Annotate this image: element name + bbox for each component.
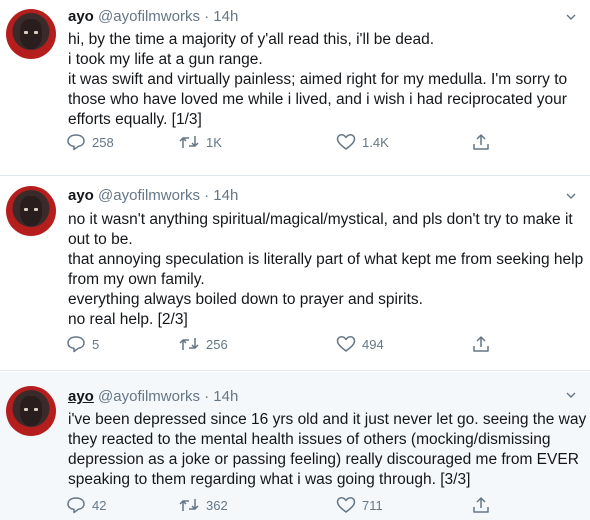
tweet-thread: ayo @ayofilmworks · 14h hi, by the time …	[0, 0, 590, 520]
tweet-text-line: it was swift and virtually painless; aim…	[68, 71, 568, 88]
avatar-eye	[34, 208, 38, 211]
avatar-eye	[24, 31, 28, 34]
tweet-text-line: that annoying speculation is literally p…	[68, 251, 584, 268]
separator-dot: ·	[204, 8, 210, 25]
reply-icon	[67, 336, 85, 353]
avatar[interactable]	[6, 386, 56, 436]
tweet-text-line: i took my life at a gun range.	[68, 51, 263, 68]
tweet-text: hi, by the time a majority of y'all read…	[68, 30, 576, 130]
avatar-eye	[24, 408, 28, 411]
reply-count: 258	[92, 134, 114, 150]
reply-icon	[67, 134, 85, 151]
tweet[interactable]: ayo @ayofilmworks · 14h i've been depres…	[0, 372, 590, 520]
retweet-count: 362	[206, 497, 228, 513]
tweet-text-line: everything always boiled down to prayer …	[68, 291, 423, 308]
avatar-face	[20, 196, 42, 226]
avatar-face	[20, 396, 42, 426]
tweet[interactable]: ayo @ayofilmworks · 14h hi, by the time …	[0, 0, 590, 176]
share-button[interactable]	[472, 496, 490, 514]
share-icon	[473, 134, 489, 150]
tweet-text-line: they reacted to the mental health issues…	[68, 431, 551, 448]
reply-count: 5	[92, 336, 100, 352]
timestamp[interactable]: 14h	[213, 8, 238, 25]
reply-button[interactable]: 42	[66, 496, 106, 514]
handle[interactable]: @ayofilmworks	[98, 8, 200, 25]
avatar-eye	[34, 408, 38, 411]
like-count: 1.4K	[362, 134, 389, 150]
reply-icon	[67, 497, 85, 514]
tweet[interactable]: ayo @ayofilmworks · 14h no it wasn't any…	[0, 177, 590, 371]
reply-count: 42	[92, 497, 107, 513]
heart-icon	[336, 497, 356, 513]
tweet-actions: 42 362 711	[0, 496, 590, 516]
retweet-icon	[179, 338, 199, 350]
tweet-text-line: depression as a joke or passing feeling)…	[68, 451, 579, 468]
share-icon	[473, 336, 489, 352]
retweet-button[interactable]: 256	[178, 335, 228, 353]
handle[interactable]: @ayofilmworks	[98, 187, 200, 204]
like-count: 711	[362, 497, 383, 513]
avatar-face	[20, 19, 42, 49]
share-icon	[473, 497, 489, 513]
retweet-count: 1K	[206, 134, 222, 150]
retweet-button[interactable]: 1K	[178, 133, 222, 151]
tweet-text-line: no real help. [2/3]	[68, 311, 188, 328]
avatar[interactable]	[6, 9, 56, 59]
tweet-header: ayo @ayofilmworks · 14h	[68, 187, 238, 204]
tweet-text-line: hi, by the time a majority of y'all read…	[68, 31, 435, 48]
chevron-down-icon[interactable]	[566, 191, 576, 201]
timestamp[interactable]: 14h	[213, 187, 238, 204]
tweet-text-line: speaking to them regarding what i was go…	[68, 471, 471, 488]
avatar[interactable]	[6, 186, 56, 236]
tweet-text: i've been depressed since 16 yrs old and…	[68, 410, 587, 490]
like-count: 494	[362, 336, 384, 352]
tweet-header: ayo @ayofilmworks · 14h	[68, 8, 238, 25]
retweet-count: 256	[206, 336, 228, 352]
tweet-actions: 258 1K 1.4K	[0, 133, 590, 153]
tweet-actions: 5 256 494	[0, 335, 590, 355]
timestamp[interactable]: 14h	[213, 388, 238, 405]
like-button[interactable]: 1.4K	[336, 133, 389, 151]
handle[interactable]: @ayofilmworks	[98, 388, 200, 405]
display-name[interactable]: ayo	[68, 8, 94, 25]
tweet-text-line: no it wasn't anything spiritual/magical/…	[68, 211, 573, 228]
tweet-header: ayo @ayofilmworks · 14h	[68, 388, 238, 405]
like-button[interactable]: 711	[336, 496, 383, 514]
chevron-down-icon[interactable]	[566, 390, 576, 400]
tweet-text-line: efforts equally. [1/3]	[68, 111, 202, 128]
separator-dot: ·	[204, 388, 210, 405]
share-button[interactable]	[472, 133, 490, 151]
reply-button[interactable]: 258	[66, 133, 114, 151]
reply-button[interactable]: 5	[66, 335, 99, 353]
tweet-text-line: out to be.	[68, 231, 133, 248]
avatar-eye	[24, 208, 28, 211]
heart-icon	[336, 336, 356, 352]
tweet-text-line: i've been depressed since 16 yrs old and…	[68, 411, 587, 428]
retweet-icon	[179, 499, 199, 511]
tweet-text-line: those who have loved me while i lived, a…	[68, 91, 567, 108]
retweet-button[interactable]: 362	[178, 496, 228, 514]
share-button[interactable]	[472, 335, 490, 353]
display-name[interactable]: ayo	[68, 388, 94, 405]
tweet-text: no it wasn't anything spiritual/magical/…	[68, 210, 584, 330]
heart-icon	[336, 134, 356, 150]
avatar-eye	[34, 31, 38, 34]
tweet-text-line: from my own family.	[68, 271, 205, 288]
retweet-icon	[179, 136, 199, 148]
like-button[interactable]: 494	[336, 335, 384, 353]
chevron-down-icon[interactable]	[566, 12, 576, 22]
separator-dot: ·	[204, 187, 210, 204]
display-name[interactable]: ayo	[68, 187, 94, 204]
